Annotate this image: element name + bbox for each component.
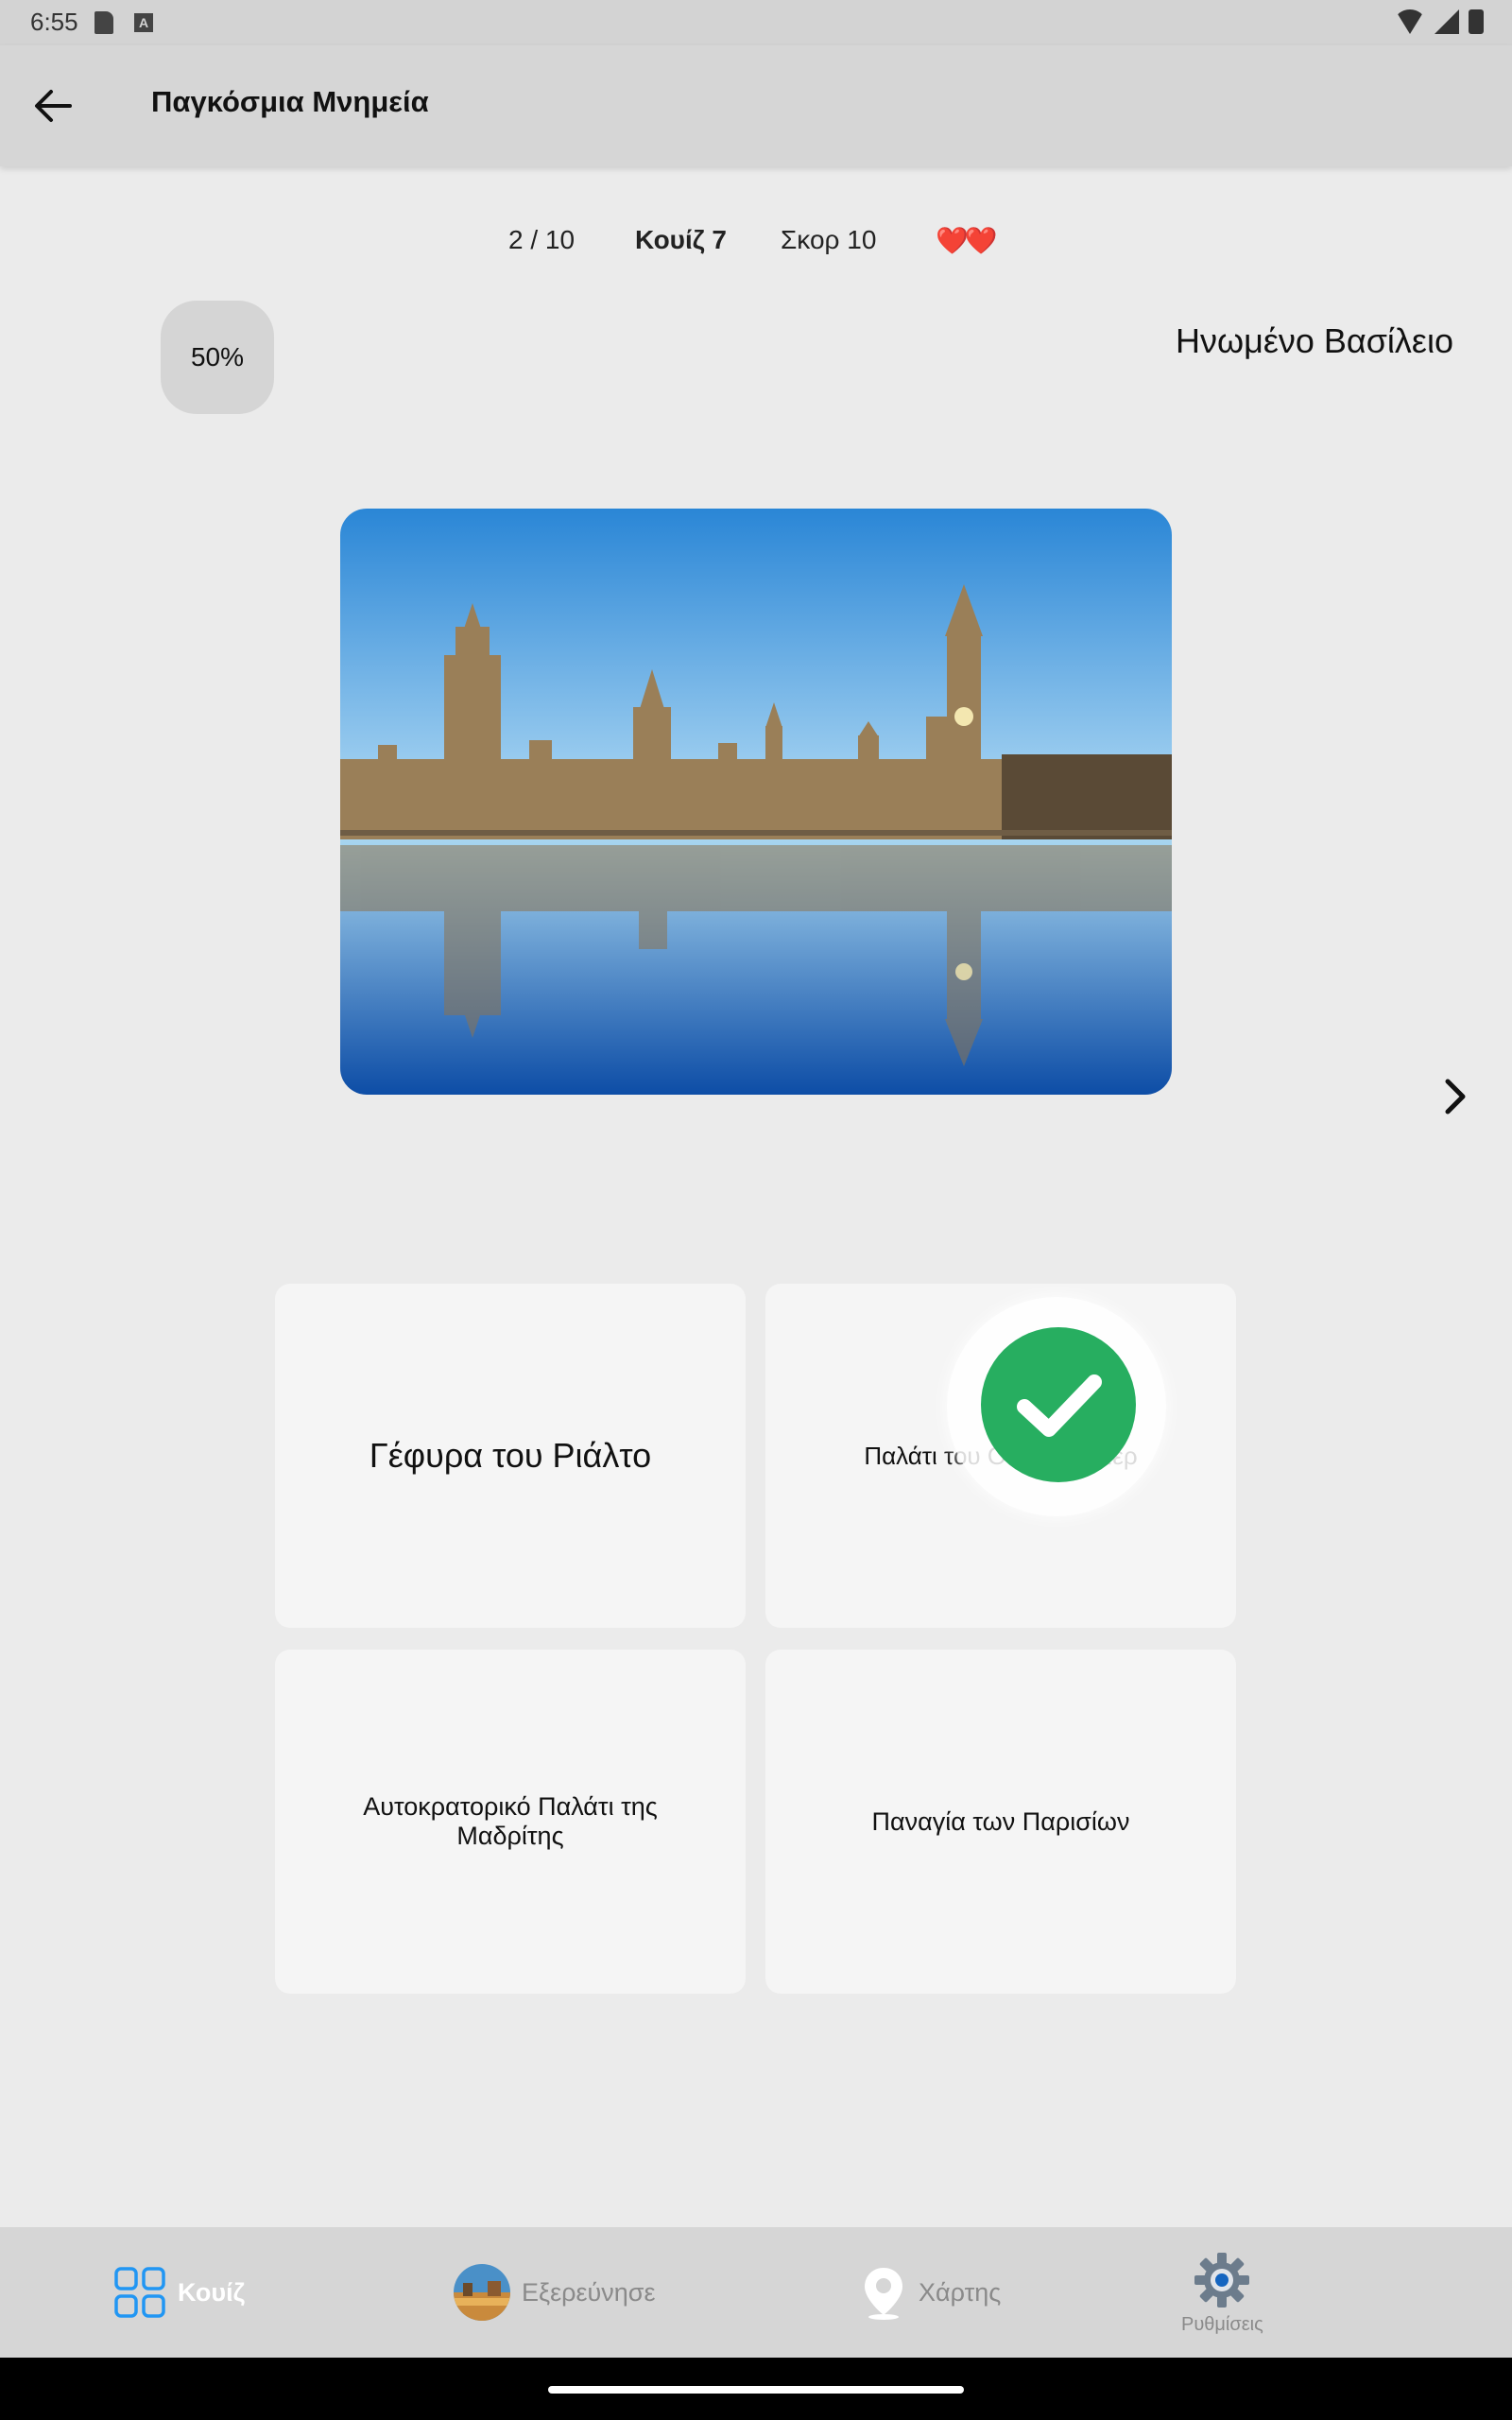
- nav-label: Εξερεύνησε: [522, 2277, 656, 2307]
- fifty-fifty-hint-button[interactable]: 50%: [161, 301, 274, 414]
- status-right-icons: [1395, 9, 1484, 34]
- nav-label: Ρυθμίσεις: [1181, 2313, 1263, 2335]
- system-gesture-bar: [0, 2358, 1512, 2420]
- nav-label: Κουίζ: [178, 2277, 246, 2307]
- answer-option-1[interactable]: Γέφυρα του Ριάλτο: [275, 1284, 746, 1628]
- status-left-icons: A: [94, 11, 153, 34]
- nav-item-explore[interactable]: Εξερεύνησε: [454, 2227, 656, 2358]
- status-bar: 6:55 A: [0, 0, 1512, 45]
- answer-label: Γέφυρα του Ριάλτο: [369, 1436, 652, 1475]
- quiz-info-row: 2 / 10 Κουίζ 7 Σκορ 10 ❤️❤️: [0, 225, 1512, 267]
- status-time: 6:55: [30, 8, 78, 36]
- gear-icon: [1194, 2252, 1250, 2308]
- next-question-chevron-icon[interactable]: [1436, 1076, 1474, 1117]
- country-label: Ηνωμένο Βασίλειο: [1175, 321, 1453, 360]
- nav-item-settings[interactable]: Ρυθμίσεις: [1181, 2227, 1263, 2358]
- correct-check-icon: [981, 1327, 1136, 1482]
- map-pin-icon: [865, 2268, 902, 2320]
- globe-avatar-icon: [454, 2264, 510, 2321]
- home-gesture-handle[interactable]: [548, 2386, 964, 2394]
- grid-icon: [114, 2267, 165, 2318]
- app-bar: Παγκόσμια Μνημεία: [0, 45, 1512, 166]
- monument-image: [340, 509, 1172, 1095]
- sd-card-icon: [94, 11, 113, 34]
- keyboard-a-icon: A: [134, 13, 153, 32]
- lives-hearts: ❤️❤️: [936, 226, 998, 255]
- answer-option-4[interactable]: Παναγία των Παρισίων: [765, 1650, 1236, 1994]
- nav-item-quiz[interactable]: Κουίζ: [113, 2227, 245, 2358]
- answer-option-3[interactable]: Αυτοκρατορικό Παλάτι της Μαδρίτης: [275, 1650, 746, 1994]
- question-progress: 2 / 10: [508, 225, 576, 254]
- nav-label: Χάρτης: [919, 2277, 1002, 2307]
- answer-label: Αυτοκρατορικό Παλάτι της Μαδρίτης: [363, 1792, 658, 1850]
- battery-icon: [1469, 9, 1484, 34]
- signal-icon: [1435, 9, 1459, 34]
- nav-item-map[interactable]: Χάρτης: [860, 2227, 1001, 2358]
- back-arrow-icon[interactable]: [28, 83, 77, 129]
- hint-percent-label: 50%: [190, 342, 245, 372]
- score: Σκορ 10: [781, 225, 877, 254]
- page-title: Παγκόσμια Μνημεία: [151, 85, 429, 118]
- quiz-number: Κουίζ 7: [635, 225, 728, 254]
- answer-label: Παναγία των Παρισίων: [871, 1806, 1130, 1836]
- bottom-nav: Κουίζ Εξερεύνησε Χάρτης Ρυθμίσεις: [0, 2227, 1512, 2358]
- wifi-icon: [1395, 9, 1425, 34]
